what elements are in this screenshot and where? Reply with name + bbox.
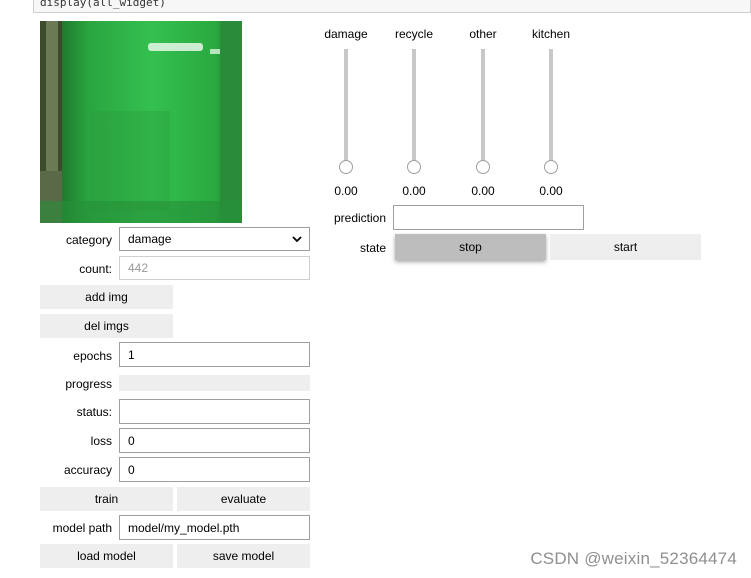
del-imgs-label: del imgs xyxy=(84,319,129,333)
slider-damage[interactable]: damage 0.00 xyxy=(316,0,376,205)
evaluate-label: evaluate xyxy=(220,492,267,506)
train-button[interactable]: train xyxy=(40,487,173,511)
slider-damage-title: damage xyxy=(324,27,368,41)
accuracy-field[interactable]: 0 xyxy=(119,457,310,482)
slider-recycle-title: recycle xyxy=(394,27,433,41)
slider-other[interactable]: other 0.00 xyxy=(453,0,513,205)
save-model-button[interactable]: save model xyxy=(177,544,310,568)
accuracy-value: 0 xyxy=(128,462,135,477)
model-path-label: model path xyxy=(52,521,112,535)
start-button[interactable]: start xyxy=(550,234,701,260)
model-path-value: model/my_model.pth xyxy=(128,520,240,535)
slider-kitchen-handle[interactable] xyxy=(544,160,558,174)
prediction-field[interactable] xyxy=(393,205,584,230)
progress-bar xyxy=(119,375,310,391)
stop-label: stop xyxy=(459,240,482,254)
evaluate-button[interactable]: evaluate xyxy=(177,487,310,511)
slider-kitchen-track[interactable] xyxy=(549,49,553,167)
load-model-button[interactable]: load model xyxy=(40,544,173,568)
epochs-input[interactable]: 1 xyxy=(119,342,310,367)
loss-field[interactable]: 0 xyxy=(119,428,310,453)
slider-damage-handle[interactable] xyxy=(339,160,353,174)
count-value: 442 xyxy=(128,261,149,275)
category-select[interactable]: damage xyxy=(119,227,310,251)
category-label: category xyxy=(65,233,112,247)
del-imgs-button[interactable]: del imgs xyxy=(40,314,173,338)
slider-other-handle[interactable] xyxy=(476,160,490,174)
slider-other-value: 0.00 xyxy=(471,184,495,198)
save-model-label: save model xyxy=(212,549,275,563)
model-path-input[interactable]: model/my_model.pth xyxy=(119,515,310,540)
slider-recycle-value: 0.00 xyxy=(402,184,426,198)
status-label: status: xyxy=(76,405,112,419)
slider-recycle-track[interactable] xyxy=(412,49,416,167)
slider-kitchen[interactable]: kitchen 0.00 xyxy=(521,0,581,205)
slider-other-title: other xyxy=(469,27,497,41)
prediction-label: prediction xyxy=(333,211,386,225)
epochs-value: 1 xyxy=(128,347,135,362)
state-label: state xyxy=(359,241,386,255)
category-value: damage xyxy=(128,232,172,246)
start-label: start xyxy=(613,240,638,254)
add-img-button[interactable]: add img xyxy=(40,285,173,309)
slider-recycle[interactable]: recycle 0.00 xyxy=(384,0,444,205)
loss-value: 0 xyxy=(128,433,135,448)
status-field[interactable] xyxy=(119,399,310,424)
epochs-label: epochs xyxy=(73,349,112,363)
chevron-down-icon xyxy=(292,236,302,243)
slider-kitchen-value: 0.00 xyxy=(539,184,563,198)
slider-damage-value: 0.00 xyxy=(334,184,358,198)
loss-label: loss xyxy=(90,434,112,448)
count-field: 442 xyxy=(119,256,310,280)
slider-group: damage 0.00 recycle 0.00 other 0.00 kitc… xyxy=(0,0,751,210)
accuracy-label: accuracy xyxy=(63,463,112,477)
train-label: train xyxy=(94,492,119,506)
slider-other-track[interactable] xyxy=(481,49,485,167)
progress-label: progress xyxy=(65,377,112,391)
slider-damage-track[interactable] xyxy=(344,49,348,167)
count-label: count: xyxy=(79,262,112,276)
add-img-label: add img xyxy=(85,290,128,304)
slider-kitchen-title: kitchen xyxy=(531,27,571,41)
load-model-label: load model xyxy=(77,549,136,563)
slider-recycle-handle[interactable] xyxy=(407,160,421,174)
stop-button[interactable]: stop xyxy=(395,234,546,260)
watermark-text: CSDN @weixin_52364474 xyxy=(530,549,737,568)
